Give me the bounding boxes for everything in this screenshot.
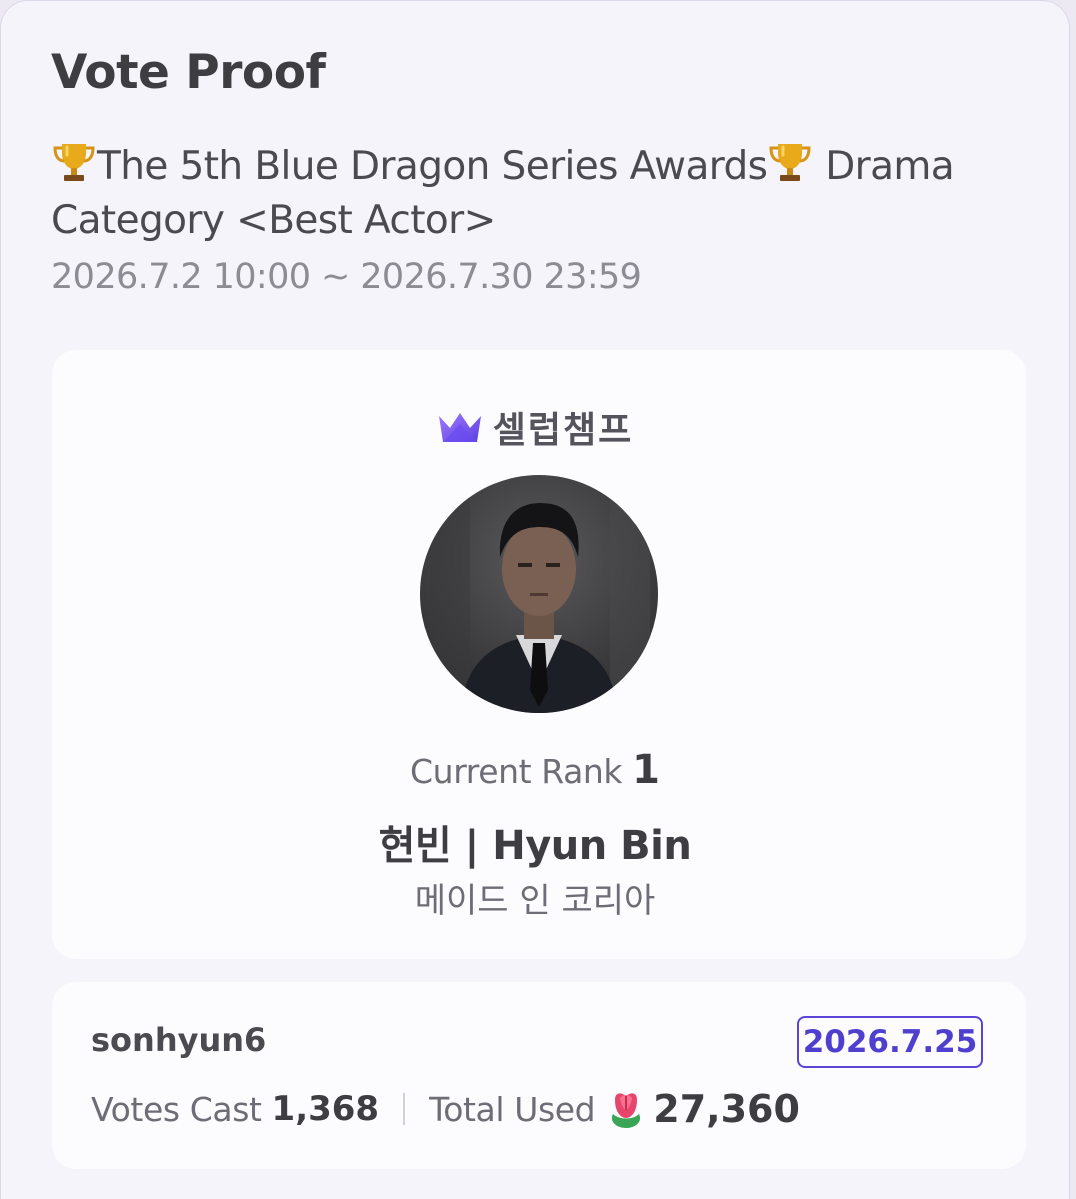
trophy-icon: [769, 144, 811, 181]
work-title: 메이드 인 코리아: [414, 881, 656, 921]
event-title: The 5th Blue Dragon Series Awards Drama …: [51, 139, 1011, 248]
brand-logo: 셀럽챔프: [1, 401, 1069, 453]
voting-period: 2026.7.2 10:00 ~ 2026.7.30 23:59: [51, 257, 642, 297]
rank-label: Current Rank: [410, 752, 623, 791]
current-rank: Current Rank 1: [1, 747, 1069, 793]
vote-summary-card: [52, 982, 1026, 1169]
crown-icon: [438, 413, 481, 442]
brand-name: 셀럽챔프: [492, 410, 634, 451]
rose-icon: [612, 1093, 641, 1128]
avatar: [420, 475, 658, 713]
stats-divider: [403, 1093, 406, 1125]
candidate-photo: [420, 475, 658, 713]
username: sonhyun6: [91, 1021, 267, 1059]
rank-value: 1: [632, 747, 660, 793]
trophy-icon: [53, 144, 95, 181]
vote-proof-sheet: Vote Proof The 5th Blue Dragon Series Aw…: [0, 0, 1070, 1199]
votes-cast-value: 1,368: [271, 1089, 380, 1129]
votes-cast-label: Votes Cast: [91, 1089, 262, 1129]
total-used-label: Total Used: [429, 1089, 596, 1129]
vote-date-badge: 2026.7.25: [797, 1016, 983, 1068]
event-title-main: The 5th Blue Dragon Series Awards: [97, 144, 768, 189]
page-title: Vote Proof: [51, 45, 326, 100]
total-used-value: 27,360: [653, 1087, 800, 1131]
artist-name: 현빈 | Hyun Bin: [378, 823, 692, 869]
vote-stats: Votes Cast 1,368 Total Used 27,360: [91, 1087, 800, 1131]
